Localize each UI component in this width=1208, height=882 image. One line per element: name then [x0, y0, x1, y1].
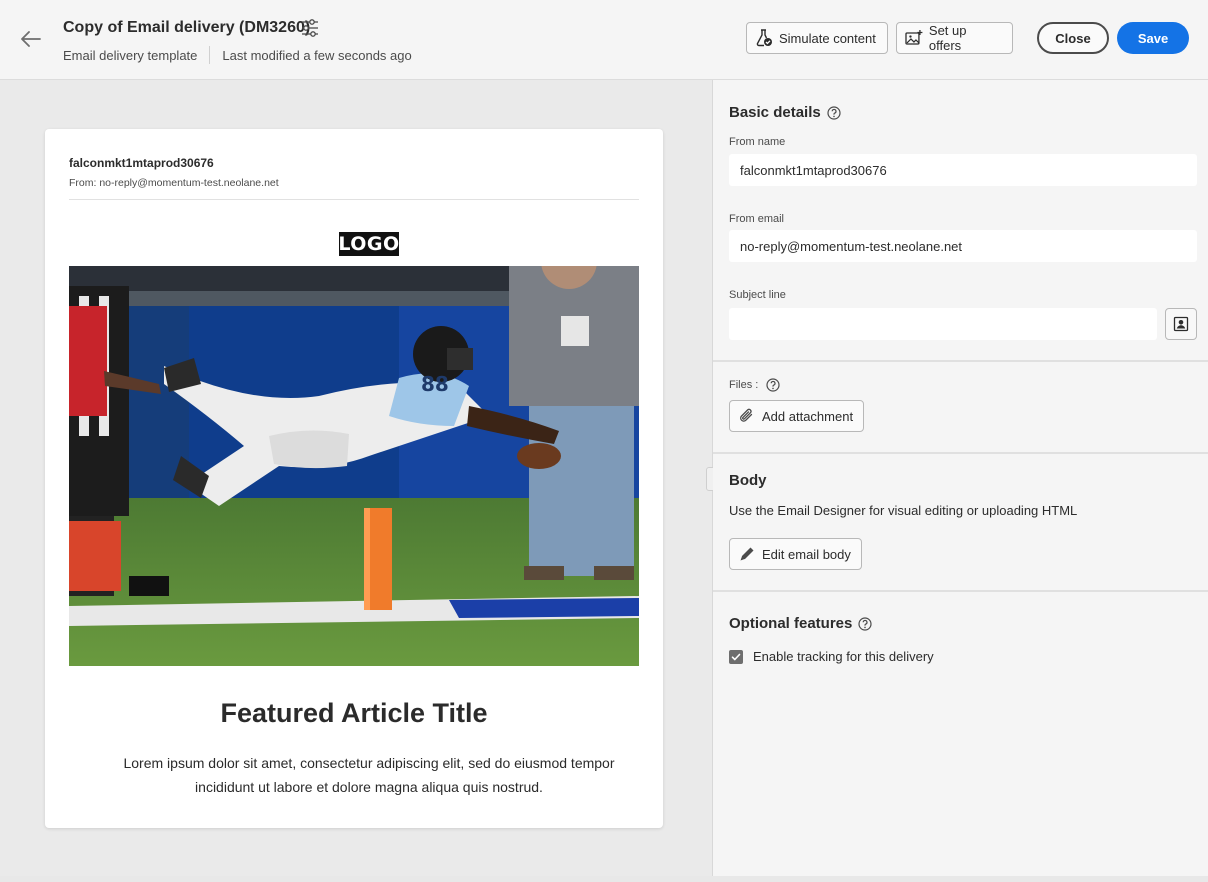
article-title: Featured Article Title [220, 698, 488, 728]
edit-email-body-button[interactable]: Edit email body [729, 538, 862, 570]
tracking-label: Enable tracking for this delivery [753, 649, 934, 664]
back-arrow-icon [21, 31, 41, 47]
sender-divider [69, 199, 639, 200]
top-header: Copy of Email delivery (DM3260) Email de… [0, 0, 1208, 80]
back-button[interactable] [18, 26, 44, 52]
tracking-option: Enable tracking for this delivery [729, 649, 934, 664]
simulate-content-label: Simulate content [779, 30, 876, 46]
checkmark-icon [731, 653, 741, 660]
files-label: Files : [729, 379, 759, 391]
personalization-button[interactable] [1165, 308, 1197, 340]
section-divider [713, 360, 1208, 362]
jersey-number: 88 [421, 372, 449, 396]
image-add-icon [905, 30, 923, 45]
tracking-checkbox[interactable] [729, 649, 743, 664]
add-attachment-label: Add attachment [762, 408, 854, 424]
template-label: Email delivery template [63, 47, 198, 63]
from-name-label: From name [729, 136, 786, 148]
email-preview-card: falconmkt1mtaprod30676 From: no-reply@mo… [45, 129, 663, 828]
help-icon[interactable] [827, 105, 841, 120]
settings-sliders-icon[interactable] [300, 19, 322, 39]
optional-features-title: Optional features [729, 615, 872, 632]
sender-name: falconmkt1mtaprod30676 [69, 156, 214, 170]
personalization-icon [1173, 316, 1189, 332]
optional-features-label: Optional features [729, 615, 853, 632]
section-divider [713, 452, 1208, 454]
flask-icon [756, 29, 772, 47]
save-button[interactable]: Save [1117, 22, 1189, 54]
hero-image: 88 [69, 266, 639, 666]
set-up-offers-button[interactable]: Set up offers [896, 22, 1013, 54]
add-attachment-button[interactable]: Add attachment [729, 400, 865, 432]
subtitle-separator [209, 46, 211, 64]
basic-details-label: Basic details [729, 104, 821, 121]
section-divider [713, 590, 1208, 592]
edit-email-body-label: Edit email body [762, 546, 851, 562]
page-subtitle: Email delivery template Last modified a … [63, 46, 412, 64]
properties-panel: Basic details From name falconmkt1mtapro… [713, 80, 1208, 876]
body-description: Use the Email Designer for visual editin… [729, 503, 1078, 518]
paperclip-icon [740, 408, 753, 422]
last-modified-text: Last modified a few seconds ago [222, 47, 412, 63]
files-label-row: Files : [729, 378, 780, 392]
sender-from-line: From: no-reply@momentum-test.neolane.net [69, 177, 279, 189]
from-email-label: From email [729, 213, 785, 225]
close-button[interactable]: Close [1037, 22, 1109, 54]
set-up-offers-label: Set up offers [928, 23, 967, 53]
email-content: LOGO 88 Featured Article Title Lorem ips… [69, 223, 639, 803]
pencil-icon [740, 547, 754, 561]
subject-line-input[interactable] [729, 308, 1157, 340]
bottom-strip [0, 876, 1208, 882]
help-icon[interactable] [858, 616, 872, 631]
from-name-input[interactable]: falconmkt1mtaprod30676 [729, 154, 1197, 186]
help-icon[interactable] [766, 378, 780, 392]
basic-details-title: Basic details [729, 104, 841, 121]
from-email-input[interactable]: no-reply@momentum-test.neolane.net [729, 230, 1197, 262]
simulate-content-button[interactable]: Simulate content [746, 22, 888, 54]
email-preview-area: falconmkt1mtaprod30676 From: no-reply@mo… [0, 80, 712, 876]
article-body: Lorem ipsum dolor sit amet, consectetur … [123, 755, 615, 795]
subject-line-label: Subject line [729, 289, 786, 301]
page-title: Copy of Email delivery (DM3260) [63, 19, 311, 36]
email-logo: LOGO [338, 232, 400, 256]
body-title-label: Body [729, 472, 767, 489]
body-section-title: Body [729, 472, 767, 489]
